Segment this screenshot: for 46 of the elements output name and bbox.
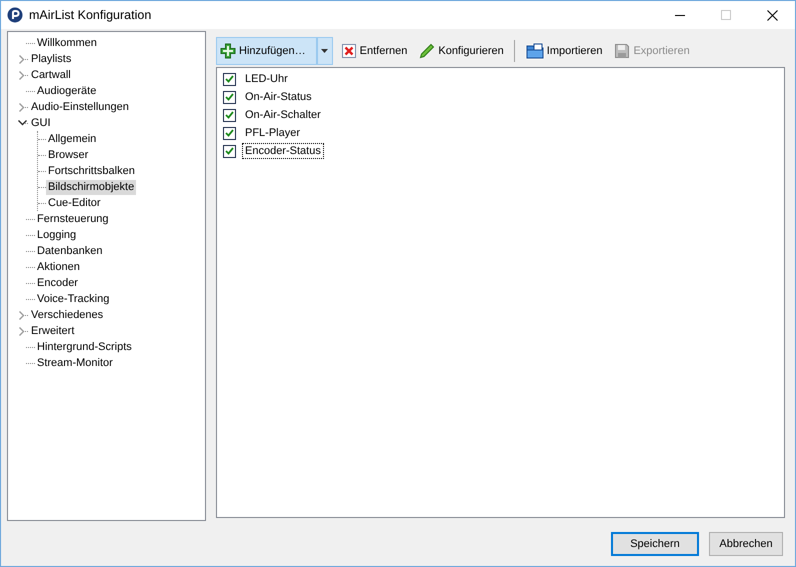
- window-title: mAirList Konfiguration: [29, 8, 152, 22]
- checkbox[interactable]: [223, 126, 236, 140]
- checkbox[interactable]: [223, 72, 236, 86]
- save-icon: [614, 43, 630, 59]
- tree-item[interactable]: Fortschrittsbalken: [46, 164, 137, 178]
- tree-item[interactable]: Logging: [35, 228, 78, 242]
- checkbox[interactable]: [223, 90, 236, 104]
- tree-item[interactable]: Browser: [46, 148, 90, 162]
- dropdown-button[interactable]: [316, 37, 333, 65]
- caret-icon: [321, 49, 328, 53]
- plus-icon: [220, 43, 236, 59]
- tree-item[interactable]: Encoder: [35, 276, 80, 290]
- tree-item[interactable]: Verschiedenes: [29, 308, 106, 322]
- list-item[interactable]: Encoder-Status: [242, 143, 324, 159]
- tree-item[interactable]: Fernsteuerung: [35, 212, 111, 226]
- dialog-button[interactable]: Abbrechen: [709, 532, 783, 556]
- tree-item[interactable]: Hintergrund-Scripts: [35, 340, 134, 354]
- list-item[interactable]: PFL-Player: [242, 125, 304, 141]
- checkbox[interactable]: [223, 108, 236, 122]
- tree-item[interactable]: Stream-Monitor: [35, 356, 115, 370]
- list-item[interactable]: On-Air-Schalter: [242, 107, 324, 123]
- tree-item[interactable]: Datenbanken: [35, 244, 104, 258]
- tree-item[interactable]: Bildschirmobjekte: [46, 180, 136, 194]
- toolbar-button[interactable]: Entfernen: [336, 37, 412, 65]
- list-item[interactable]: LED-Uhr: [242, 71, 291, 87]
- toolbar-button[interactable]: Importieren: [522, 37, 606, 65]
- tree-item[interactable]: Playlists: [29, 52, 74, 66]
- toolbar-button[interactable]: Konfigurieren: [415, 37, 508, 65]
- checkbox[interactable]: [223, 144, 236, 158]
- folder-icon: [526, 43, 544, 59]
- toolbar-button[interactable]: Hinzufügen…: [216, 37, 317, 65]
- app-logo-icon: [7, 7, 23, 23]
- tree-item[interactable]: Audio-Einstellungen: [29, 100, 131, 114]
- tree-item[interactable]: Willkommen: [35, 36, 99, 50]
- tree-item[interactable]: Cue-Editor: [46, 196, 103, 210]
- tree-item[interactable]: Allgemein: [46, 132, 98, 146]
- dialog-button[interactable]: Speichern: [611, 532, 699, 556]
- tree-item[interactable]: Aktionen: [35, 260, 82, 274]
- tree-item[interactable]: Cartwall: [29, 68, 73, 82]
- list-item[interactable]: On-Air-Status: [242, 89, 315, 105]
- pencil-icon: [419, 43, 436, 59]
- tree-item[interactable]: Erweitert: [29, 324, 76, 338]
- tree-item[interactable]: Voice-Tracking: [35, 292, 112, 306]
- tree-item[interactable]: Audiogeräte: [35, 84, 98, 98]
- tree-item[interactable]: GUI: [29, 116, 53, 130]
- delete-icon: [340, 43, 357, 59]
